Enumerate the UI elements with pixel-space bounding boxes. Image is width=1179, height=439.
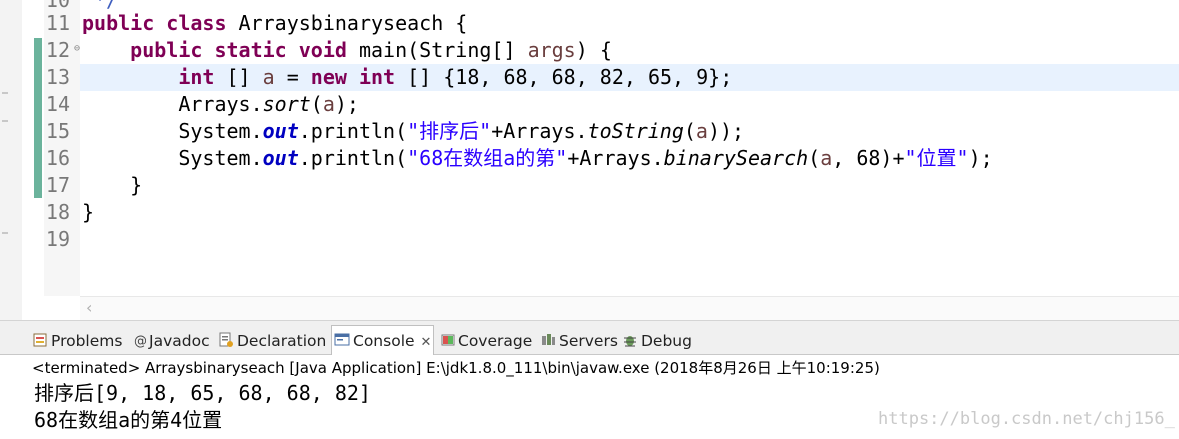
code-text: [] (214, 65, 263, 89)
code-text: = (274, 65, 311, 89)
code-text: [] {18, 68, 68, 82, 65, 9}; (395, 65, 733, 89)
code-line-12: public static void main(String[] args) { (82, 37, 612, 64)
debug-icon (622, 331, 638, 347)
tab-coverage[interactable]: Coverage (441, 329, 532, 353)
line-number: 16 (45, 146, 70, 170)
static-method: sort (262, 92, 311, 116)
scroll-left-icon[interactable]: ‹ (86, 298, 92, 317)
tab-label: Javadoc (149, 332, 210, 350)
coverage-icon (441, 331, 455, 347)
string-literal: "排序后" (407, 119, 492, 143)
code-line-13: int [] a = new int [] {18, 68, 68, 82, 6… (82, 64, 732, 91)
static-method: toString (587, 119, 684, 143)
tab-servers[interactable]: Servers (540, 329, 618, 353)
code-text: ); (334, 92, 359, 116)
servers-icon (540, 331, 556, 347)
line-number: 13 (45, 65, 70, 89)
code-line-15: System.out.println("排序后"+Arrays.toString… (82, 118, 744, 145)
code-text: main(String[] (346, 38, 528, 62)
code-text: ) { (575, 38, 612, 62)
javadoc-icon: @ (134, 331, 147, 349)
variable: a (262, 65, 275, 89)
code-text: Arrays. (178, 92, 263, 116)
editor-text-area[interactable]: */ public class Arraysbinaryseach { publ… (80, 0, 1179, 296)
view-tab-bar: Problems @ Javadoc Declaration Console ✕ … (0, 321, 1179, 355)
console-output-line: 排序后[9, 18, 65, 68, 68, 82] (34, 381, 371, 405)
code-text: +Arrays. (491, 119, 588, 143)
trim-tick (2, 92, 8, 94)
line-number: 17 (45, 173, 70, 197)
static-field: out (262, 146, 299, 170)
tab-label: Debug (641, 332, 692, 350)
line-number: 12 ⊖ (44, 37, 80, 64)
code-text: +Arrays. (567, 146, 664, 170)
watermark: https://blog.csdn.net/chj156_ (878, 409, 1175, 429)
code-text: .println( (298, 119, 408, 143)
keyword: new (310, 65, 347, 89)
tab-debug[interactable]: Debug (622, 329, 692, 353)
static-field: out (262, 119, 299, 143)
code-text: Arraysbinaryseach { (226, 11, 468, 35)
tab-console[interactable]: Console ✕ (331, 325, 435, 355)
problems-icon (32, 331, 48, 347)
quick-diff-change-bar[interactable] (34, 38, 42, 198)
tab-javadoc[interactable]: @ Javadoc (134, 329, 210, 353)
variable: a (322, 92, 335, 116)
declaration-icon (218, 331, 234, 347)
code-editor[interactable]: 10 11 12 ⊖ 13 14 15 16 17 18 19 */ public… (0, 0, 1179, 320)
keyword: public (130, 38, 203, 62)
keyword: int (358, 65, 396, 89)
line-number: 18 (45, 200, 70, 224)
line-number: 15 (45, 119, 70, 143)
console-process-header: <terminated> Arraysbinaryseach [Java App… (32, 359, 880, 377)
code-line-14: Arrays.sort(a); (82, 91, 359, 118)
tab-label: Coverage (458, 332, 533, 350)
code-text: ( (808, 146, 821, 170)
static-method: binarySearch (663, 146, 809, 170)
keyword: class (166, 11, 227, 35)
tab-label: Declaration (237, 332, 327, 350)
code-text: System. (178, 119, 263, 143)
variable: a (820, 146, 833, 170)
code-text: System. (178, 146, 263, 170)
code-line-11: public class Arraysbinaryseach { (82, 10, 467, 37)
code-text: } (130, 173, 143, 197)
outer-trim (0, 0, 22, 320)
trim-tick (2, 232, 8, 234)
close-icon[interactable]: ✕ (421, 335, 432, 350)
line-number: 19 (45, 227, 70, 251)
tab-label: Console (353, 332, 415, 350)
keyword: public (82, 11, 155, 35)
svg-text:@: @ (134, 334, 146, 348)
line-number-text: 12 (45, 38, 70, 62)
code-text: ( (310, 92, 323, 116)
tab-label: Servers (559, 332, 618, 350)
annotation-ruler[interactable] (30, 0, 44, 296)
trim-tick (2, 120, 8, 122)
horizontal-scrollbar[interactable]: ‹ (80, 296, 1179, 320)
code-text: ); (968, 146, 993, 170)
tab-label: Problems (51, 332, 123, 350)
tab-declaration[interactable]: Declaration (218, 329, 326, 353)
console-icon (334, 328, 350, 346)
keyword: static (214, 38, 287, 62)
line-number: 11 (45, 11, 70, 35)
code-text: , 68)+ (832, 146, 905, 170)
tab-problems[interactable]: Problems (32, 329, 122, 353)
parameter: args (527, 38, 576, 62)
keyword: int (178, 65, 215, 89)
line-number: 14 (45, 92, 70, 116)
line-number-ruler[interactable]: 10 11 12 ⊖ 13 14 15 16 17 18 19 (44, 0, 80, 296)
code-line-16: System.out.println("68在数组a的第"+Arrays.bin… (82, 145, 993, 172)
string-literal: "68在数组a的第" (407, 146, 568, 170)
code-text: .println( (298, 146, 408, 170)
code-line-18: } (82, 200, 95, 224)
string-literal: "位置" (904, 146, 969, 170)
variable: a (695, 119, 708, 143)
code-text: )); (707, 119, 745, 143)
code-text: ( (683, 119, 696, 143)
code-line-17: } (82, 172, 142, 199)
console-output-line: 68在数组a的第4位置 (34, 408, 223, 432)
keyword: void (298, 38, 347, 62)
